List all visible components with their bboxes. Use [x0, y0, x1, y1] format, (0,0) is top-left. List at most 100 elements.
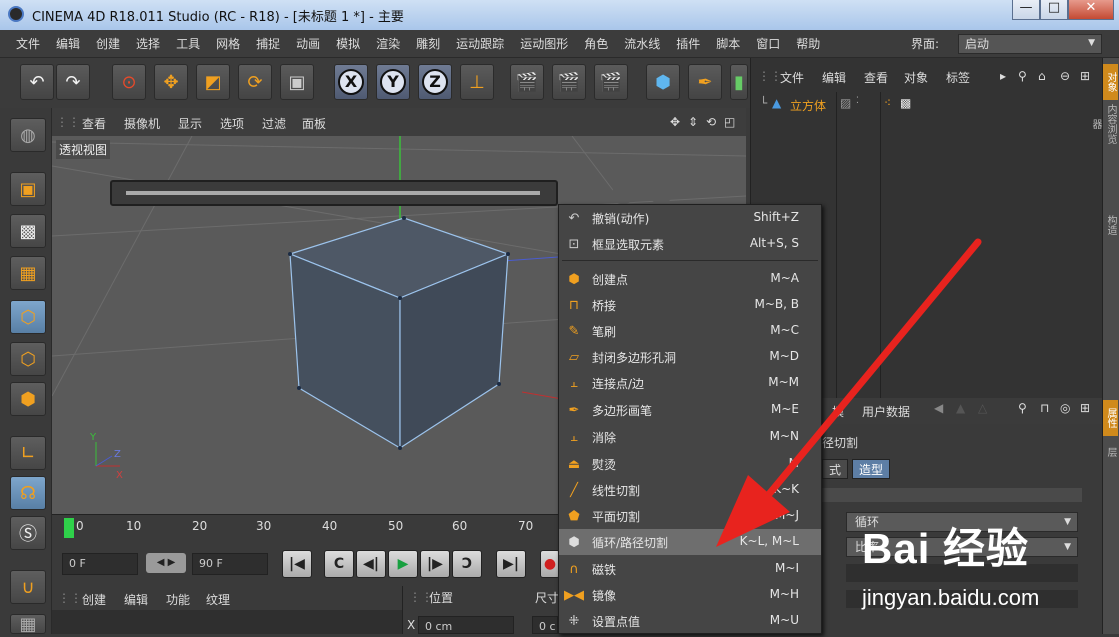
- next-key-button[interactable]: Ɔ: [452, 550, 482, 578]
- layer-icon[interactable]: ▨: [840, 96, 851, 110]
- up-arrow-outline-icon[interactable]: △: [978, 401, 987, 415]
- menu-item-mirror[interactable]: ▶◀ 镜像 M~H: [559, 582, 821, 608]
- tab-layers-vertical[interactable]: 层: [1103, 440, 1118, 464]
- menu-edit[interactable]: 编辑: [48, 30, 88, 58]
- model-mode-button[interactable]: ▣: [10, 172, 46, 206]
- viewport-menu-panel[interactable]: 面板: [302, 115, 326, 132]
- move-button[interactable]: ✥: [154, 64, 188, 100]
- menu-item-dissolve[interactable]: ⫠ 消除 M~N: [559, 424, 821, 450]
- tweak-mode-button[interactable]: ☊: [10, 476, 46, 510]
- menu-mesh[interactable]: 网格: [208, 30, 248, 58]
- workplane-mode-button[interactable]: ▦: [10, 256, 46, 290]
- material-menu-texture[interactable]: 纹理: [206, 591, 230, 608]
- previous-key-button[interactable]: C: [324, 550, 354, 578]
- previous-frame-button[interactable]: ◀|: [356, 550, 386, 578]
- menu-snap[interactable]: 捕捉: [248, 30, 288, 58]
- render-picture-viewer-button[interactable]: 🎬: [552, 64, 586, 100]
- menu-simulate[interactable]: 模拟: [328, 30, 368, 58]
- render-settings-button[interactable]: 🎬: [594, 64, 628, 100]
- material-area[interactable]: [52, 610, 402, 634]
- menu-item-loop-path-cut[interactable]: ⬢ 循环/路径切割 K~L, M~L: [559, 529, 821, 555]
- tab-modeling[interactable]: 造型: [852, 459, 891, 479]
- maximize-button[interactable]: □: [1040, 0, 1068, 20]
- phong-tag-icon[interactable]: ⁖: [884, 96, 891, 110]
- menu-plugins[interactable]: 插件: [668, 30, 708, 58]
- arrow-right-icon[interactable]: ▸: [1000, 69, 1006, 83]
- x-axis-button[interactable]: X: [334, 64, 368, 100]
- live-selection-button[interactable]: ⊙: [112, 64, 146, 100]
- tab-structure-vertical[interactable]: 构造: [1103, 210, 1118, 240]
- add-cube-button[interactable]: ⬢: [646, 64, 680, 100]
- viewport-menu-cameras[interactable]: 摄像机: [124, 115, 160, 132]
- search-icon[interactable]: ⚲: [1018, 69, 1027, 83]
- tab-objects-vertical[interactable]: 对象: [1103, 64, 1118, 100]
- menu-file[interactable]: 文件: [0, 30, 48, 58]
- hud-button-2[interactable]: [612, 184, 634, 204]
- menu-sculpt[interactable]: 雕刻: [408, 30, 448, 58]
- menu-item-connect-points-edges[interactable]: ⫠ 连接点/边 M~M: [559, 370, 821, 396]
- material-menu-function[interactable]: 功能: [166, 591, 190, 608]
- menu-item-magnet[interactable]: ∩ 磁铁 M~I: [559, 556, 821, 582]
- viewport-menu-options[interactable]: 选项: [220, 115, 244, 132]
- menu-help[interactable]: 帮助: [788, 30, 828, 58]
- edges-mode-button[interactable]: ⬡: [10, 342, 46, 376]
- object-row-cube[interactable]: └ ▲ 立方体 ▨ ⁚ ⁖ ▩: [760, 96, 1094, 114]
- menu-item-brush[interactable]: ✎ 笔刷 M~C: [559, 318, 821, 344]
- viewport-pan-icon[interactable]: ✥: [670, 115, 680, 129]
- workplane-grid-button[interactable]: ▦: [10, 614, 46, 635]
- close-button[interactable]: ✕: [1068, 0, 1114, 20]
- size-x-field[interactable]: 0 c: [532, 616, 558, 634]
- om-menu-objects[interactable]: 对象: [904, 69, 928, 86]
- menu-item-set-point-value[interactable]: ⁜ 设置点值 M~U: [559, 608, 821, 634]
- menu-item-create-point[interactable]: ⬢ 创建点 M~A: [559, 266, 821, 292]
- magnet-button[interactable]: ∪: [10, 570, 46, 604]
- menu-motion-tracking[interactable]: 运动跟踪: [448, 30, 512, 58]
- menu-render[interactable]: 渲染: [368, 30, 408, 58]
- points-mode-button[interactable]: ⬡: [10, 300, 46, 334]
- menu-select[interactable]: 选择: [128, 30, 168, 58]
- pen-tool-button[interactable]: ✒: [688, 64, 722, 100]
- menu-item-plane-cut[interactable]: ⬟ 平面切割 M~J: [559, 503, 821, 529]
- search-icon[interactable]: ⚲: [1018, 401, 1027, 415]
- viewport-menu-view[interactable]: 查看: [82, 115, 106, 132]
- home-icon[interactable]: ⌂: [1038, 69, 1046, 83]
- menu-animate[interactable]: 动画: [288, 30, 328, 58]
- hud-button-1[interactable]: [574, 184, 596, 204]
- viewport-menu-display[interactable]: 显示: [178, 115, 202, 132]
- menu-window[interactable]: 窗口: [748, 30, 788, 58]
- render-view-button[interactable]: 🎬: [510, 64, 544, 100]
- menu-script[interactable]: 脚本: [708, 30, 748, 58]
- menu-item-polygon-pen[interactable]: ✒ 多边形画笔 M~E: [559, 397, 821, 423]
- om-menu-view[interactable]: 查看: [864, 69, 888, 86]
- position-x-field[interactable]: 0 cm: [418, 616, 514, 634]
- back-arrow-icon[interactable]: ◀: [934, 401, 943, 415]
- go-to-end-button[interactable]: ▶|: [496, 550, 526, 578]
- coordinate-system-button[interactable]: ⊥: [460, 64, 494, 100]
- viewport-layout-icon[interactable]: ◰: [724, 115, 735, 129]
- viewport-rotate-icon[interactable]: ⟲: [706, 115, 716, 129]
- menu-tools[interactable]: 工具: [168, 30, 208, 58]
- make-editable-button[interactable]: ◍: [10, 118, 46, 152]
- snap-button[interactable]: Ⓢ: [10, 516, 46, 550]
- go-to-start-button[interactable]: |◀: [282, 550, 312, 578]
- expand-panel-icon[interactable]: ⊞: [1080, 69, 1090, 83]
- generator-button[interactable]: ▮: [730, 64, 748, 100]
- material-menu-edit[interactable]: 编辑: [124, 591, 148, 608]
- record-button[interactable]: ●: [540, 550, 560, 578]
- minimize-button[interactable]: —: [1012, 0, 1040, 20]
- z-axis-button[interactable]: Z: [418, 64, 452, 100]
- tab-attributes-vertical[interactable]: 属性: [1103, 400, 1118, 436]
- viewport-zoom-icon[interactable]: ⇕: [688, 115, 698, 129]
- menu-pipeline[interactable]: 流水线: [616, 30, 668, 58]
- tab-content-browser-vertical[interactable]: 内容浏览器: [1090, 104, 1118, 144]
- om-menu-file[interactable]: 文件: [780, 69, 804, 86]
- expand-panel-icon[interactable]: ⊞: [1080, 401, 1090, 415]
- menu-item-undo[interactable]: ↶ 撤销(动作) Shift+Z: [559, 205, 821, 231]
- menu-item-iron[interactable]: ⏏ 熨烫 M: [559, 451, 821, 477]
- frame-range-slider[interactable]: ◀ ▶: [146, 553, 186, 573]
- cube-object[interactable]: [288, 216, 510, 450]
- tab-mode[interactable]: 式: [822, 459, 849, 479]
- axis-mode-button[interactable]: ∟: [10, 436, 46, 470]
- texture-mode-button[interactable]: ▩: [10, 214, 46, 248]
- current-frame-field[interactable]: 0 F: [62, 553, 138, 575]
